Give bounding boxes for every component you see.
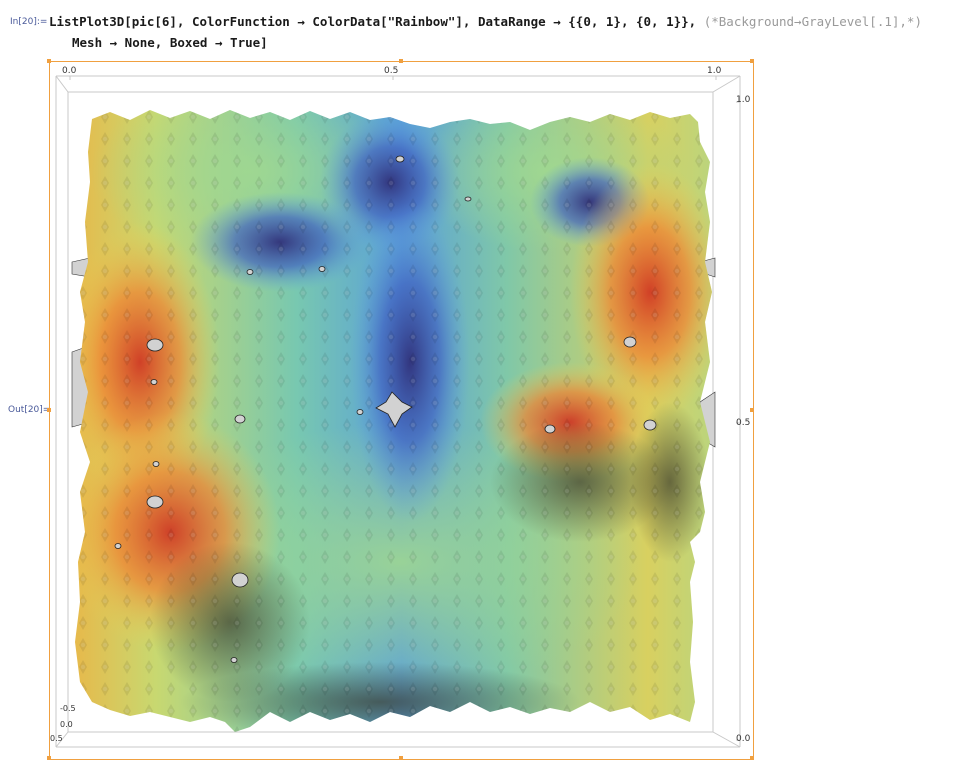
code-comment: (*Background→GrayLevel[.1],*) [703, 14, 922, 29]
top-tick-0: 0.0 [62, 66, 77, 76]
output-cell-label: Out[20]= [8, 405, 51, 415]
corner-tick-2: 0.5 [50, 734, 63, 743]
corner-tick-0: -0.5 [60, 704, 76, 713]
right-tick-2: 0.0 [736, 734, 751, 744]
right-tick-0: 1.0 [736, 95, 751, 105]
top-tick-2: 1.0 [707, 66, 722, 76]
code-text-1: ListPlot3D[pic[6], ColorFunction → Color… [49, 14, 704, 29]
input-code-line-1[interactable]: ListPlot3D[pic[6], ColorFunction → Color… [49, 14, 922, 29]
top-tick-1: 0.5 [384, 66, 399, 76]
corner-tick-1: 0.0 [60, 720, 73, 729]
plot-graphic[interactable]: 0.0 0.5 1.0 1.0 0.5 0.0 -0.5 0.0 0.5 [47, 59, 754, 760]
input-cell-label: In[20]:= [10, 17, 48, 27]
input-code-line-2[interactable]: Mesh → None, Boxed → True] [72, 35, 268, 50]
right-tick-1: 0.5 [736, 418, 751, 428]
plot-3d-surface [55, 75, 741, 748]
